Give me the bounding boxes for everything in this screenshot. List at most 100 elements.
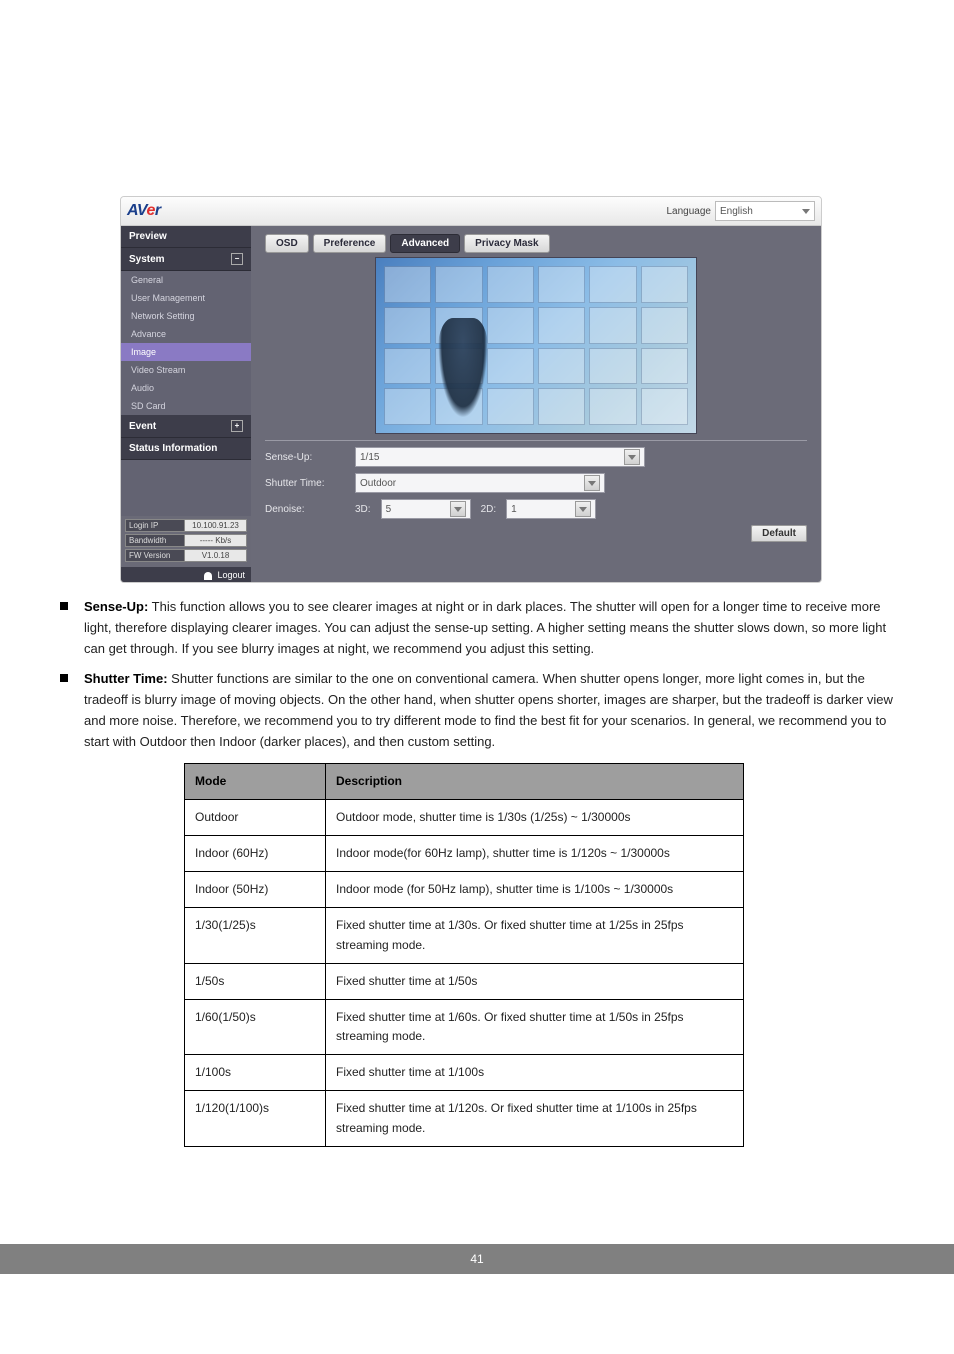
- logout-label: Logout: [217, 570, 245, 580]
- status-label: Bandwidth: [125, 534, 184, 547]
- collapse-icon: −: [231, 253, 243, 265]
- camera-preview-image: [375, 257, 697, 434]
- tab-privacy-mask[interactable]: Privacy Mask: [464, 234, 549, 253]
- chevron-down-icon: [624, 449, 640, 465]
- bullet-title: Sense-Up:: [84, 599, 148, 614]
- sidebar: Preview System − General User Management…: [121, 226, 251, 583]
- table-cell-description: Fixed shutter time at 1/60s. Or fixed sh…: [326, 999, 744, 1054]
- logo-letter: A: [127, 202, 137, 219]
- chevron-down-icon: [450, 501, 466, 517]
- table-row: 1/30(1/25)sFixed shutter time at 1/30s. …: [185, 908, 744, 963]
- sidebar-section-label: Status Information: [129, 443, 217, 454]
- tab-osd[interactable]: OSD: [265, 234, 309, 253]
- table-cell-description: Indoor mode (for 50Hz lamp), shutter tim…: [326, 872, 744, 908]
- language-area: Language English: [667, 201, 816, 221]
- status-value: 10.100.91.23: [184, 519, 247, 532]
- shutter-time-value: Outdoor: [360, 478, 396, 489]
- tabs: OSD Preference Advanced Privacy Mask: [265, 234, 807, 253]
- sidebar-section-label: Event: [129, 421, 156, 432]
- sidebar-section-status-information[interactable]: Status Information: [121, 438, 251, 460]
- language-value: English: [720, 206, 753, 217]
- sidebar-item-user-management[interactable]: User Management: [121, 289, 251, 307]
- denoise-2d-value: 1: [511, 504, 517, 515]
- table-cell-mode: 1/30(1/25)s: [185, 908, 326, 963]
- row-sense-up: Sense-Up: 1/15: [265, 447, 807, 467]
- bullet-shutter-time: Shutter Time: Shutter functions are simi…: [60, 669, 894, 752]
- user-icon: [204, 572, 212, 580]
- table-row: 1/120(1/100)sFixed shutter time at 1/120…: [185, 1091, 744, 1146]
- table-cell-description: Outdoor mode, shutter time is 1/30s (1/2…: [326, 799, 744, 835]
- shutter-mode-table: Mode Description OutdoorOutdoor mode, sh…: [184, 763, 744, 1147]
- status-row-login-ip: Login IP 10.100.91.23: [125, 519, 247, 532]
- table-cell-description: Fixed shutter time at 1/30s. Or fixed sh…: [326, 908, 744, 963]
- status-label: FW Version: [125, 549, 184, 562]
- tab-preference[interactable]: Preference: [313, 234, 387, 253]
- bullet-icon: [60, 674, 68, 682]
- table-cell-mode: Indoor (60Hz): [185, 835, 326, 871]
- sidebar-section-preview[interactable]: Preview: [121, 226, 251, 248]
- bullet-text: Shutter functions are similar to the one…: [84, 671, 893, 748]
- denoise-3d-select[interactable]: 5: [381, 499, 471, 519]
- table-header-description: Description: [326, 763, 744, 799]
- tab-advanced[interactable]: Advanced: [390, 234, 460, 253]
- row-shutter-time: Shutter Time: Outdoor: [265, 473, 807, 493]
- table-cell-mode: 1/60(1/50)s: [185, 999, 326, 1054]
- sidebar-item-general[interactable]: General: [121, 271, 251, 289]
- table-cell-description: Indoor mode(for 60Hz lamp), shutter time…: [326, 835, 744, 871]
- app-header: AVer Language English: [121, 197, 821, 226]
- table-cell-mode: Outdoor: [185, 799, 326, 835]
- sidebar-item-video-stream[interactable]: Video Stream: [121, 361, 251, 379]
- sidebar-status-block: Login IP 10.100.91.23 Bandwidth ----- Kb…: [121, 516, 251, 567]
- table-row: 1/50sFixed shutter time at 1/50s: [185, 963, 744, 999]
- status-label: Login IP: [125, 519, 184, 532]
- table-cell-description: Fixed shutter time at 1/50s: [326, 963, 744, 999]
- chevron-down-icon: [584, 475, 600, 491]
- default-button[interactable]: Default: [751, 525, 807, 542]
- table-row: 1/60(1/50)sFixed shutter time at 1/60s. …: [185, 999, 744, 1054]
- sidebar-item-audio[interactable]: Audio: [121, 379, 251, 397]
- status-value: V1.0.18: [184, 549, 247, 562]
- logout-button[interactable]: Logout: [121, 567, 251, 583]
- denoise-3d-value: 5: [386, 504, 392, 515]
- denoise-label: Denoise:: [265, 504, 355, 515]
- expand-icon: +: [231, 420, 243, 432]
- preview-monitors: [376, 258, 696, 433]
- logo-letter: r: [155, 202, 161, 219]
- logo: AVer: [127, 202, 161, 220]
- sidebar-section-event[interactable]: Event +: [121, 415, 251, 438]
- main-panel: OSD Preference Advanced Privacy Mask: [251, 226, 821, 583]
- page-number: 41: [0, 1244, 954, 1274]
- chevron-down-icon: [802, 209, 810, 214]
- sidebar-item-sd-card[interactable]: SD Card: [121, 397, 251, 415]
- denoise-2d-label: 2D:: [481, 504, 497, 515]
- denoise-2d-select[interactable]: 1: [506, 499, 596, 519]
- language-select[interactable]: English: [715, 201, 815, 221]
- bullet-text: This function allows you to see clearer …: [84, 599, 886, 656]
- sense-up-label: Sense-Up:: [265, 452, 355, 463]
- table-cell-mode: Indoor (50Hz): [185, 872, 326, 908]
- denoise-3d-label: 3D:: [355, 504, 371, 515]
- chevron-down-icon: [575, 501, 591, 517]
- sidebar-section-label: System: [129, 254, 165, 265]
- sense-up-select[interactable]: 1/15: [355, 447, 645, 467]
- table-row: 1/100sFixed shutter time at 1/100s: [185, 1055, 744, 1091]
- app-window: AVer Language English Preview System −: [120, 196, 822, 583]
- sidebar-item-network-setting[interactable]: Network Setting: [121, 307, 251, 325]
- table-row: Indoor (60Hz)Indoor mode(for 60Hz lamp),…: [185, 835, 744, 871]
- table-cell-mode: 1/100s: [185, 1055, 326, 1091]
- table-cell-description: Fixed shutter time at 1/120s. Or fixed s…: [326, 1091, 744, 1146]
- status-row-bandwidth: Bandwidth ----- Kb/s: [125, 534, 247, 547]
- sidebar-item-advance[interactable]: Advance: [121, 325, 251, 343]
- sidebar-item-image[interactable]: Image: [121, 343, 251, 361]
- bullet-sense-up: Sense-Up: This function allows you to se…: [60, 597, 894, 659]
- bullet-icon: [60, 602, 68, 610]
- sidebar-section-system[interactable]: System −: [121, 248, 251, 271]
- table-header-mode: Mode: [185, 763, 326, 799]
- bullet-title: Shutter Time:: [84, 671, 168, 686]
- preview-person: [438, 318, 488, 418]
- shutter-time-select[interactable]: Outdoor: [355, 473, 605, 493]
- table-cell-mode: 1/120(1/100)s: [185, 1091, 326, 1146]
- table-cell-mode: 1/50s: [185, 963, 326, 999]
- row-denoise: Denoise: 3D: 5 2D: 1: [265, 499, 807, 519]
- document-body: Sense-Up: This function allows you to se…: [60, 597, 894, 1147]
